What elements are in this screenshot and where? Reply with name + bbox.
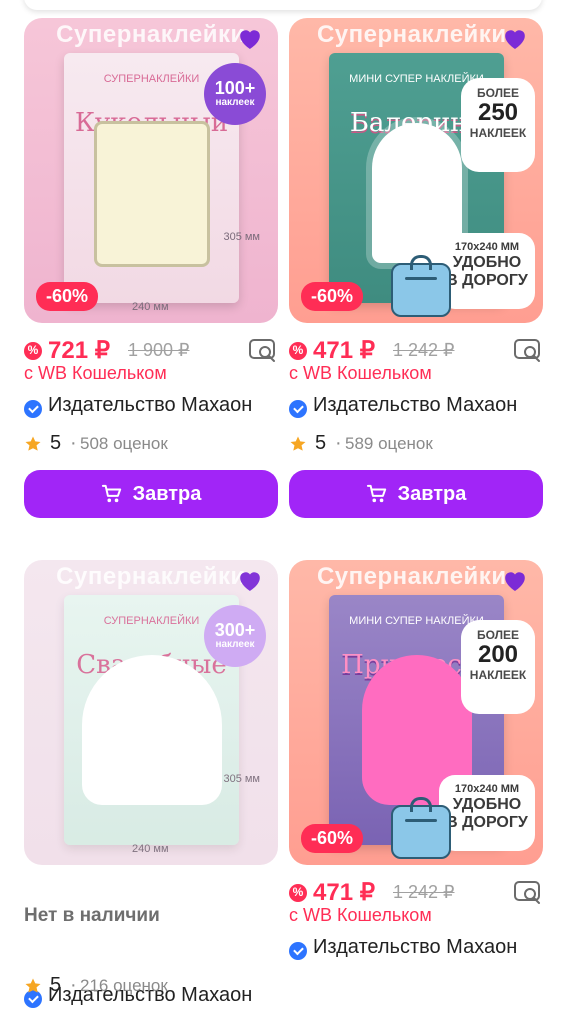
star-icon bbox=[25, 436, 41, 451]
product-image[interactable]: Супернаклейки-мини МИНИ СУПЕР НАКЛЕЙКИ Б… bbox=[289, 18, 543, 323]
reviews-count: 589 оценок bbox=[345, 434, 433, 453]
favorite-heart-icon[interactable] bbox=[236, 26, 264, 50]
similar-search-icon[interactable] bbox=[248, 338, 278, 364]
rating-row: 5 · 508 оценок bbox=[24, 432, 278, 458]
price-row: 471 ₽ 1 242 ₽ bbox=[289, 878, 543, 906]
size-line3: В ДОРОГУ bbox=[446, 272, 528, 289]
size-line1: 170x240 ММ bbox=[454, 783, 520, 795]
product-image[interactable]: Супернаклейки-мини МИНИ СУПЕР НАКЛЕЙКИ П… bbox=[289, 560, 543, 865]
product-image[interactable]: Супернаклейки СУПЕРНАКЛЕЙКИ Свадебные пл… bbox=[24, 560, 278, 865]
separator-dot: · bbox=[335, 432, 342, 454]
wedding-dress-illustration bbox=[81, 655, 222, 805]
cart-icon bbox=[366, 484, 386, 503]
old-price: 1 900 ₽ bbox=[128, 340, 190, 360]
product-card[interactable]: Супернаклейки СУПЕРНАКЛЕЙКИ Свадебные пл… bbox=[24, 560, 278, 1008]
badge-count: 300+ bbox=[214, 620, 256, 640]
reviews-count: 216 оценок bbox=[80, 976, 168, 995]
sticker-count-badge: 100+ наклеек bbox=[204, 63, 266, 125]
size-line3: В ДОРОГУ bbox=[446, 814, 528, 831]
price-row: 721 ₽ 1 900 ₽ bbox=[24, 336, 278, 364]
delivery-label: Завтра bbox=[132, 482, 202, 505]
discount-badge: -60% bbox=[301, 824, 364, 853]
sticker-count-badge: БОЛЕЕ 200 НАКЛЕЕК bbox=[461, 620, 535, 714]
separator-dot: · bbox=[70, 432, 77, 454]
seller-row[interactable]: Издательство Махаон bbox=[289, 394, 543, 422]
old-price: 1 242 ₽ bbox=[393, 340, 455, 360]
price: 471 ₽ bbox=[313, 879, 375, 906]
seller-name[interactable]: Издательство Махаон bbox=[48, 394, 278, 417]
size-badge: 170x240 ММ УДОБНО В ДОРОГУ bbox=[439, 775, 535, 851]
rating-value: 5 bbox=[50, 432, 62, 454]
height-dimension: 305 мм bbox=[223, 773, 260, 785]
badge-unit: наклеек bbox=[215, 639, 255, 650]
verified-check-icon bbox=[24, 400, 42, 418]
height-dimension: 305 мм bbox=[223, 231, 260, 243]
seller-row[interactable]: Издательство Махаон bbox=[24, 394, 278, 422]
rating-value: 5 bbox=[315, 432, 327, 454]
product-image[interactable]: Супернаклейки СУПЕРНАКЛЕЙКИ Кукольный до… bbox=[24, 18, 278, 323]
discount-percent-icon bbox=[289, 342, 307, 360]
top-scroll-edge bbox=[0, 0, 566, 18]
delivery-label: Завтра bbox=[397, 482, 467, 505]
discount-badge: -60% bbox=[301, 282, 364, 311]
price: 721 ₽ bbox=[48, 337, 110, 364]
badge-line1: БОЛЕЕ bbox=[476, 86, 520, 100]
favorite-heart-icon[interactable] bbox=[236, 568, 264, 592]
search-bar-edge bbox=[24, 0, 542, 10]
price: 471 ₽ bbox=[313, 337, 375, 364]
backpack-illustration bbox=[391, 797, 451, 859]
badge-line2: 250 bbox=[477, 99, 519, 126]
separator-dot: · bbox=[70, 974, 77, 996]
width-dimension: 240 мм bbox=[132, 301, 169, 313]
cart-icon bbox=[101, 484, 121, 503]
size-badge: 170x240 ММ УДОБНО В ДОРОГУ bbox=[439, 233, 535, 309]
backpack-illustration bbox=[391, 255, 451, 317]
discount-percent-icon bbox=[289, 884, 307, 902]
rating-row: 5 · 589 оценок bbox=[289, 432, 543, 458]
dollhouse-illustration bbox=[93, 121, 210, 267]
out-of-stock-label: Нет в наличии bbox=[24, 905, 160, 926]
rating-row: 5 · 216 оценок bbox=[24, 974, 278, 1000]
wallet-label: с WB Кошельком bbox=[24, 363, 167, 383]
favorite-heart-icon[interactable] bbox=[501, 568, 529, 592]
width-dimension: 240 мм bbox=[132, 843, 169, 855]
product-card[interactable]: Супернаклейки СУПЕРНАКЛЕЙКИ Кукольный до… bbox=[24, 18, 278, 518]
discount-percent-icon bbox=[24, 342, 42, 360]
rating-value: 5 bbox=[50, 974, 62, 996]
sticker-count-badge: 300+ наклеек bbox=[204, 605, 266, 667]
badge-line1: БОЛЕЕ bbox=[476, 628, 520, 642]
size-line2: УДОБНО bbox=[452, 254, 522, 271]
price-row: 471 ₽ 1 242 ₽ bbox=[289, 336, 543, 364]
reviews-count: 508 оценок bbox=[80, 434, 168, 453]
size-line1: 170x240 ММ bbox=[454, 241, 520, 253]
badge-line3: НАКЛЕЕК bbox=[469, 668, 527, 682]
similar-search-icon[interactable] bbox=[513, 338, 543, 364]
add-to-cart-button[interactable]: Завтра bbox=[24, 470, 278, 518]
sticker-count-badge: БОЛЕЕ 250 НАКЛЕЕК bbox=[461, 78, 535, 172]
seller-name[interactable]: Издательство Махаон bbox=[313, 936, 543, 959]
badge-count: 100+ bbox=[214, 78, 256, 98]
wallet-label: с WB Кошельком bbox=[289, 363, 432, 383]
wallet-label: с WB Кошельком bbox=[289, 905, 432, 925]
add-to-cart-button[interactable]: Завтра bbox=[289, 470, 543, 518]
badge-line3: НАКЛЕЕК bbox=[469, 126, 527, 140]
verified-check-icon bbox=[289, 942, 307, 960]
product-card[interactable]: Супернаклейки-мини МИНИ СУПЕР НАКЛЕЙКИ Б… bbox=[289, 18, 543, 518]
product-card[interactable]: Супернаклейки-мини МИНИ СУПЕР НАКЛЕЙКИ П… bbox=[289, 560, 543, 960]
favorite-heart-icon[interactable] bbox=[501, 26, 529, 50]
seller-name[interactable]: Издательство Махаон bbox=[313, 394, 543, 417]
size-line2: УДОБНО bbox=[452, 796, 522, 813]
seller-row[interactable]: Издательство Махаон bbox=[289, 936, 543, 964]
badge-unit: наклеек bbox=[215, 97, 255, 108]
discount-badge: -60% bbox=[36, 282, 99, 311]
old-price: 1 242 ₽ bbox=[393, 882, 455, 902]
similar-search-icon[interactable] bbox=[513, 880, 543, 906]
star-icon bbox=[290, 436, 306, 451]
verified-check-icon bbox=[289, 400, 307, 418]
star-icon bbox=[25, 978, 41, 993]
badge-line2: 200 bbox=[477, 641, 519, 668]
